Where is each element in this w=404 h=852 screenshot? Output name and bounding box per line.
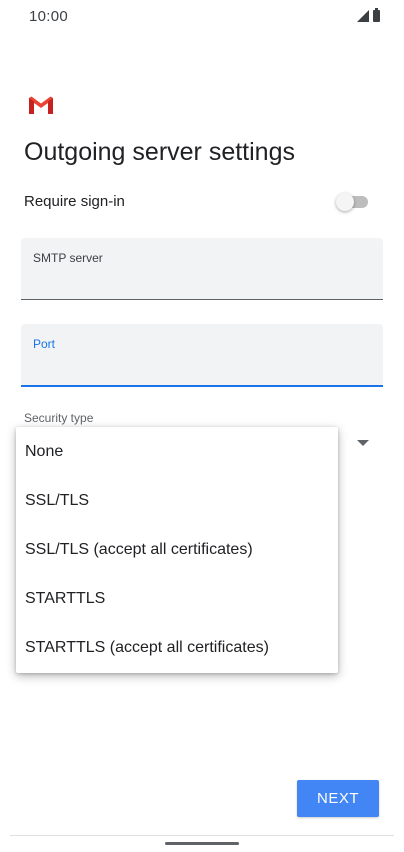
home-indicator[interactable]	[165, 842, 239, 845]
security-type-menu: None SSL/TLS SSL/TLS (accept all certifi…	[16, 427, 338, 673]
smtp-server-label: SMTP server	[33, 251, 103, 265]
menu-item-none[interactable]: None	[16, 427, 338, 476]
battery-icon	[373, 8, 380, 22]
page-title: Outgoing server settings	[24, 138, 295, 166]
port-label: Port	[33, 337, 56, 351]
bottom-divider	[10, 835, 394, 836]
status-time: 10:00	[29, 8, 69, 25]
menu-item-ssl-tls[interactable]: SSL/TLS	[16, 476, 338, 525]
status-bar: 10:00	[0, 0, 404, 34]
require-sign-in-label: Require sign-in	[24, 193, 125, 210]
require-sign-in-toggle[interactable]	[336, 193, 368, 211]
status-icons	[357, 8, 380, 22]
gmail-logo-icon	[29, 96, 53, 114]
menu-item-starttls-accept-all[interactable]: STARTTLS (accept all certificates)	[16, 623, 338, 672]
signal-icon	[357, 10, 369, 22]
menu-item-ssl-tls-accept-all[interactable]: SSL/TLS (accept all certificates)	[16, 525, 338, 574]
toggle-thumb	[336, 193, 354, 211]
menu-item-starttls[interactable]: STARTTLS	[16, 574, 338, 623]
port-field[interactable]: Port	[21, 324, 383, 387]
next-button[interactable]: NEXT	[297, 780, 379, 817]
smtp-server-field[interactable]: SMTP server	[21, 238, 383, 300]
smtp-server-input[interactable]	[33, 270, 363, 290]
port-input[interactable]	[33, 356, 363, 376]
security-type-label: Security type	[24, 411, 94, 425]
dropdown-arrow-icon[interactable]	[357, 440, 369, 446]
